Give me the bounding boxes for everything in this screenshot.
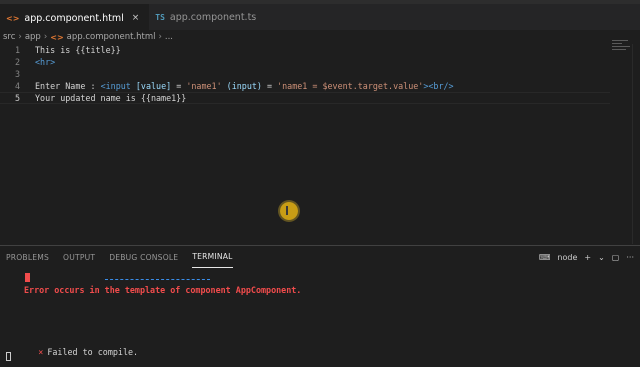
add-terminal-icon[interactable]: + [584,253,591,262]
code-text: Enter Name : [35,81,101,91]
editor-scrollbar[interactable] [632,44,640,244]
pointer-icon [286,206,288,215]
error-underline [105,277,210,280]
terminal-shell-label[interactable]: node [557,253,577,262]
terminal-output[interactable]: Error occurs in the template of componen… [0,268,640,361]
tab-terminal[interactable]: TERMINAL [192,246,233,268]
code-string: 'name1' [186,81,222,91]
minimap[interactable] [612,40,632,50]
code-line[interactable]: 4 Enter Name : <input [value] = 'name1' … [0,80,610,92]
code-attribute: (input) [226,81,262,91]
breadcrumb-item-app[interactable]: app [25,32,41,42]
tab-app-component-html[interactable]: <> app.component.html × [0,4,150,31]
breadcrumb: src › app › <> app.component.html › ... [0,30,640,44]
mouse-cursor-highlight [280,202,298,220]
tab-problems[interactable]: PROBLEMS [6,246,49,268]
code-operator: = [261,81,278,91]
code-tag: ><br/> [423,81,454,91]
close-icon[interactable]: × [132,13,140,23]
fail-text: Failed to compile. [47,347,139,357]
breadcrumb-item-more[interactable]: ... [165,32,173,42]
line-number: 5 [14,93,20,103]
code-string: 'name1 = $event.target.value' [277,81,424,91]
tab-app-component-ts[interactable]: TS app.component.ts [149,4,266,30]
code-line-current[interactable]: 5 Your updated name is {{name1}} [0,92,610,104]
more-actions-icon[interactable]: ··· [626,253,634,262]
line-number: 2 [14,57,20,67]
terminal-icon: ⌨ [538,252,551,262]
chevron-right-icon: › [158,32,162,42]
code-editor[interactable]: 1 This is {{title}} 2 <hr> 3 4 Enter Nam… [0,40,640,244]
tab-output[interactable]: OUTPUT [63,246,95,268]
html-file-icon: <> [6,13,20,23]
error-marker [25,273,30,282]
editor-tab-bar: <> app.component.html × TS app.component… [0,4,640,31]
error-x-icon: × [38,347,44,357]
code-operator: = [171,81,187,91]
terminal-fail-line: × Failed to compile. [8,337,138,367]
maximize-panel-icon[interactable]: ▢ [612,253,620,262]
code-text: This is {{title}} [35,45,121,55]
tab-label: app.component.html [24,12,124,24]
typescript-file-icon: TS [155,12,165,22]
line-number: 1 [14,45,20,55]
code-text: Your updated name is {{name1}} [35,93,187,103]
code-line[interactable]: 1 This is {{title}} [0,44,610,56]
html-file-icon: <> [50,32,64,42]
tab-label: app.component.ts [169,11,257,23]
breadcrumb-item-file[interactable]: app.component.html [67,32,156,42]
breadcrumb-item-src[interactable]: src [3,32,15,42]
code-tag: <input [100,81,131,91]
code-tag: <hr> [35,57,56,67]
chevron-right-icon: › [43,32,48,42]
bottom-panel: PROBLEMS OUTPUT DEBUG CONSOLE TERMINAL ⌨… [0,245,640,361]
panel-toolbar: ⌨ node + ⌄ ▢ ··· [532,246,634,268]
line-number: 3 [14,69,20,79]
chevron-down-icon[interactable]: ⌄ [598,253,605,262]
code-line[interactable]: 3 [0,68,610,80]
line-number: 4 [14,81,20,91]
code-line[interactable]: 2 <hr> [0,56,610,68]
terminal-error-line: Error occurs in the template of componen… [24,285,302,295]
code-attribute: [value] [135,81,172,91]
chevron-right-icon: › [18,32,22,42]
tab-debug-console[interactable]: DEBUG CONSOLE [109,246,178,268]
